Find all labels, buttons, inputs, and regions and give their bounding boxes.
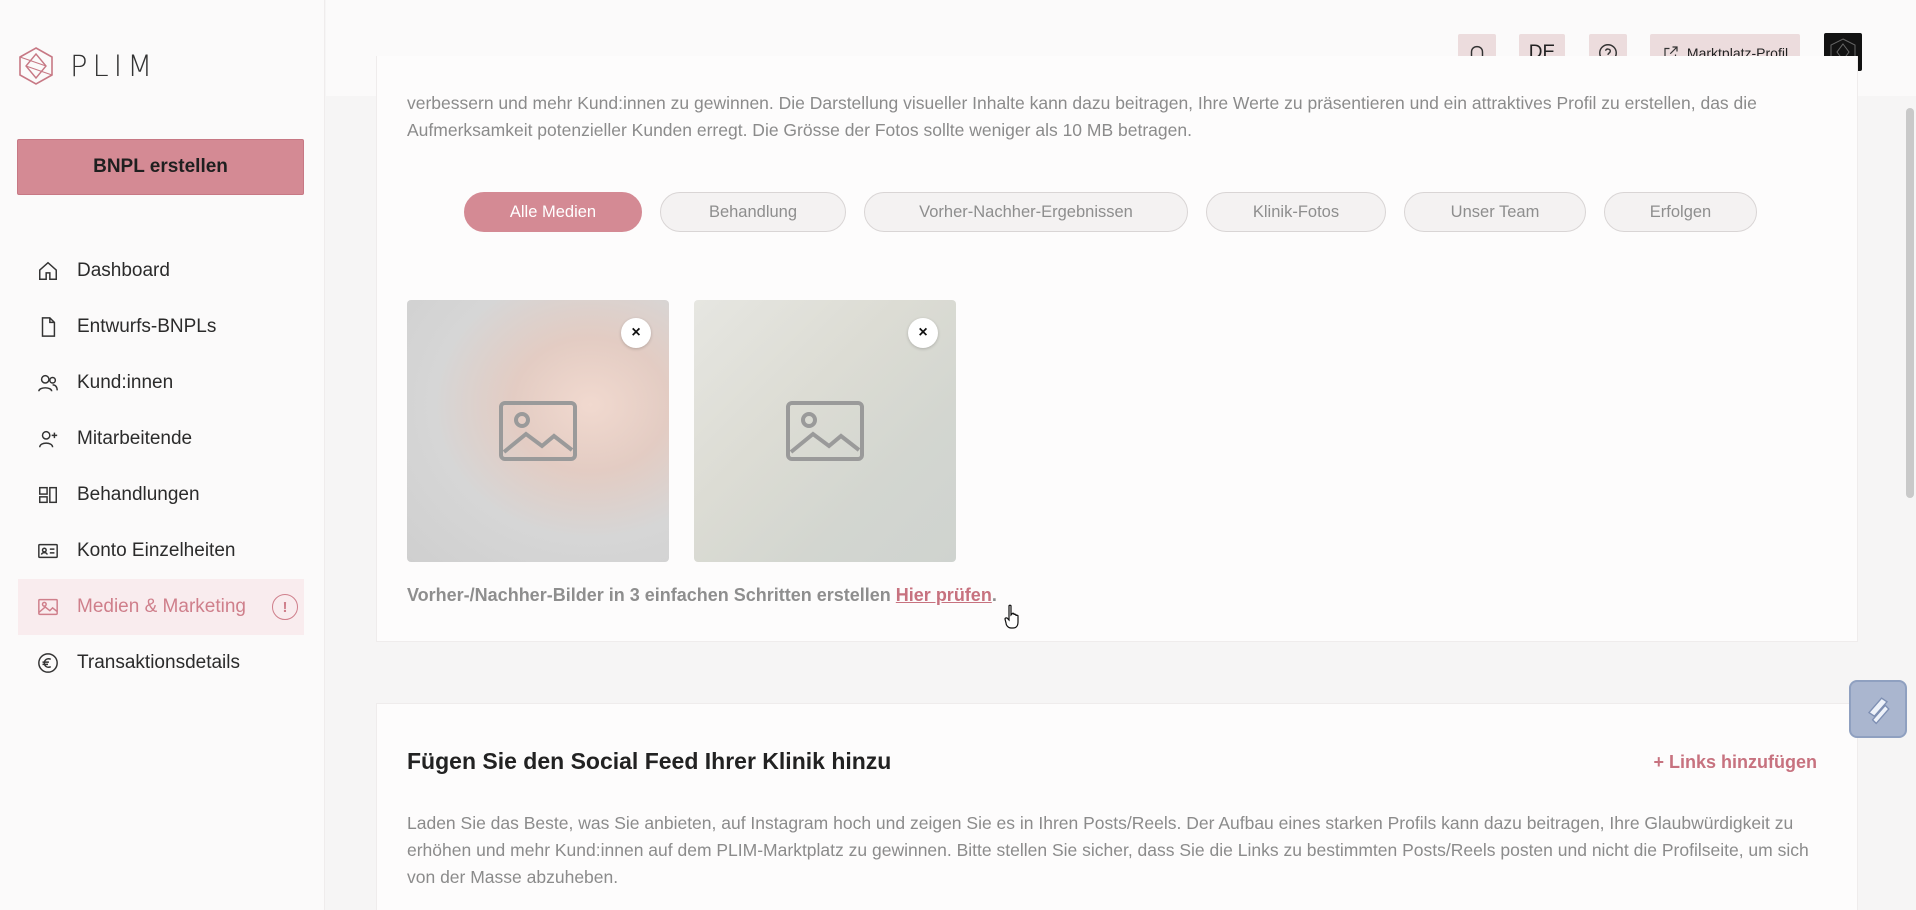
sidebar-item-account-details[interactable]: Konto Einzelheiten (18, 523, 304, 579)
social-feed-card: Fügen Sie den Social Feed Ihrer Klinik h… (376, 703, 1858, 910)
image-placeholder-icon (786, 401, 864, 461)
media-intro-text: verbessern und mehr Kund:innen zu gewinn… (407, 93, 1757, 140)
check-here-link[interactable]: Hier prüfen (896, 585, 992, 605)
sidebar-item-label: Kund:innen (77, 372, 174, 393)
lightning-icon (1867, 697, 1890, 725)
floating-assistant-button[interactable] (1849, 680, 1907, 738)
euro-icon (36, 651, 60, 675)
remove-media-button[interactable]: × (908, 318, 938, 348)
sidebar-item-label: Behandlungen (77, 484, 200, 505)
media-thumbnail[interactable]: × (407, 300, 669, 562)
social-feed-description: Laden Sie das Beste, was Sie anbieten, a… (407, 813, 1809, 887)
filter-treatment[interactable]: Behandlung (660, 192, 846, 232)
users-icon (36, 371, 60, 395)
media-card: verbessern und mehr Kund:innen zu gewinn… (376, 56, 1858, 642)
media-filter-bar: Alle Medien Behandlung Vorher-Nachher-Er… (464, 192, 1757, 232)
filter-clinic-photos[interactable]: Klinik-Fotos (1206, 192, 1386, 232)
media-thumbnail[interactable]: × (694, 300, 956, 562)
add-links-button[interactable]: + Links hinzufügen (1653, 752, 1817, 773)
create-bnpl-button[interactable]: BNPL erstellen (17, 139, 304, 195)
social-feed-title: Fügen Sie den Social Feed Ihrer Klinik h… (407, 748, 892, 774)
sidebar: PLIM BNPL erstellen Dashboard Entwurfs-B… (0, 0, 325, 910)
sidebar-item-media-marketing[interactable]: Medien & Marketing ! (18, 579, 304, 635)
sidebar-item-transactions[interactable]: Transaktionsdetails (18, 635, 304, 691)
sidebar-item-treatments[interactable]: Behandlungen (18, 467, 304, 523)
home-icon (36, 259, 60, 283)
sidebar-item-label: Dashboard (77, 260, 170, 281)
id-card-icon (36, 539, 60, 563)
before-after-caption: Vorher-/Nachher-Bilder in 3 einfachen Sc… (407, 585, 997, 606)
image-icon (36, 595, 60, 619)
file-icon (36, 315, 60, 339)
sidebar-item-label: Entwurfs-BNPLs (77, 316, 217, 337)
filter-before-after[interactable]: Vorher-Nachher-Ergebnissen (864, 192, 1188, 232)
sidebar-item-label: Konto Einzelheiten (77, 540, 236, 561)
remove-media-button[interactable]: × (621, 318, 651, 348)
alert-icon: ! (272, 594, 298, 620)
hand-cursor-icon (1004, 604, 1019, 629)
sidebar-item-staff[interactable]: Mitarbeitende (18, 411, 304, 467)
user-plus-icon (36, 427, 60, 451)
filter-success[interactable]: Erfolgen (1604, 192, 1757, 232)
filter-our-team[interactable]: Unser Team (1404, 192, 1586, 232)
sidebar-item-customers[interactable]: Kund:innen (18, 355, 304, 411)
image-placeholder-icon (499, 401, 577, 461)
caption-end: . (991, 585, 997, 605)
sidebar-item-label: Transaktionsdetails (77, 652, 240, 673)
layout-icon (36, 483, 60, 507)
filter-all-media[interactable]: Alle Medien (464, 192, 642, 232)
sidebar-item-draft-bnpls[interactable]: Entwurfs-BNPLs (18, 299, 304, 355)
page-scrollbar[interactable] (1906, 108, 1914, 498)
caption-text: Vorher-/Nachher-Bilder in 3 einfachen Sc… (407, 585, 896, 605)
sidebar-item-label: Medien & Marketing (77, 596, 246, 617)
sidebar-item-dashboard[interactable]: Dashboard (18, 243, 304, 299)
brand-logo[interactable]: PLIM (16, 46, 157, 86)
sidebar-item-label: Mitarbeitende (77, 428, 193, 449)
brand-name: PLIM (70, 49, 158, 83)
sidebar-nav: Dashboard Entwurfs-BNPLs Kund:innen Mita… (18, 243, 304, 691)
plim-logo-icon (19, 47, 53, 85)
